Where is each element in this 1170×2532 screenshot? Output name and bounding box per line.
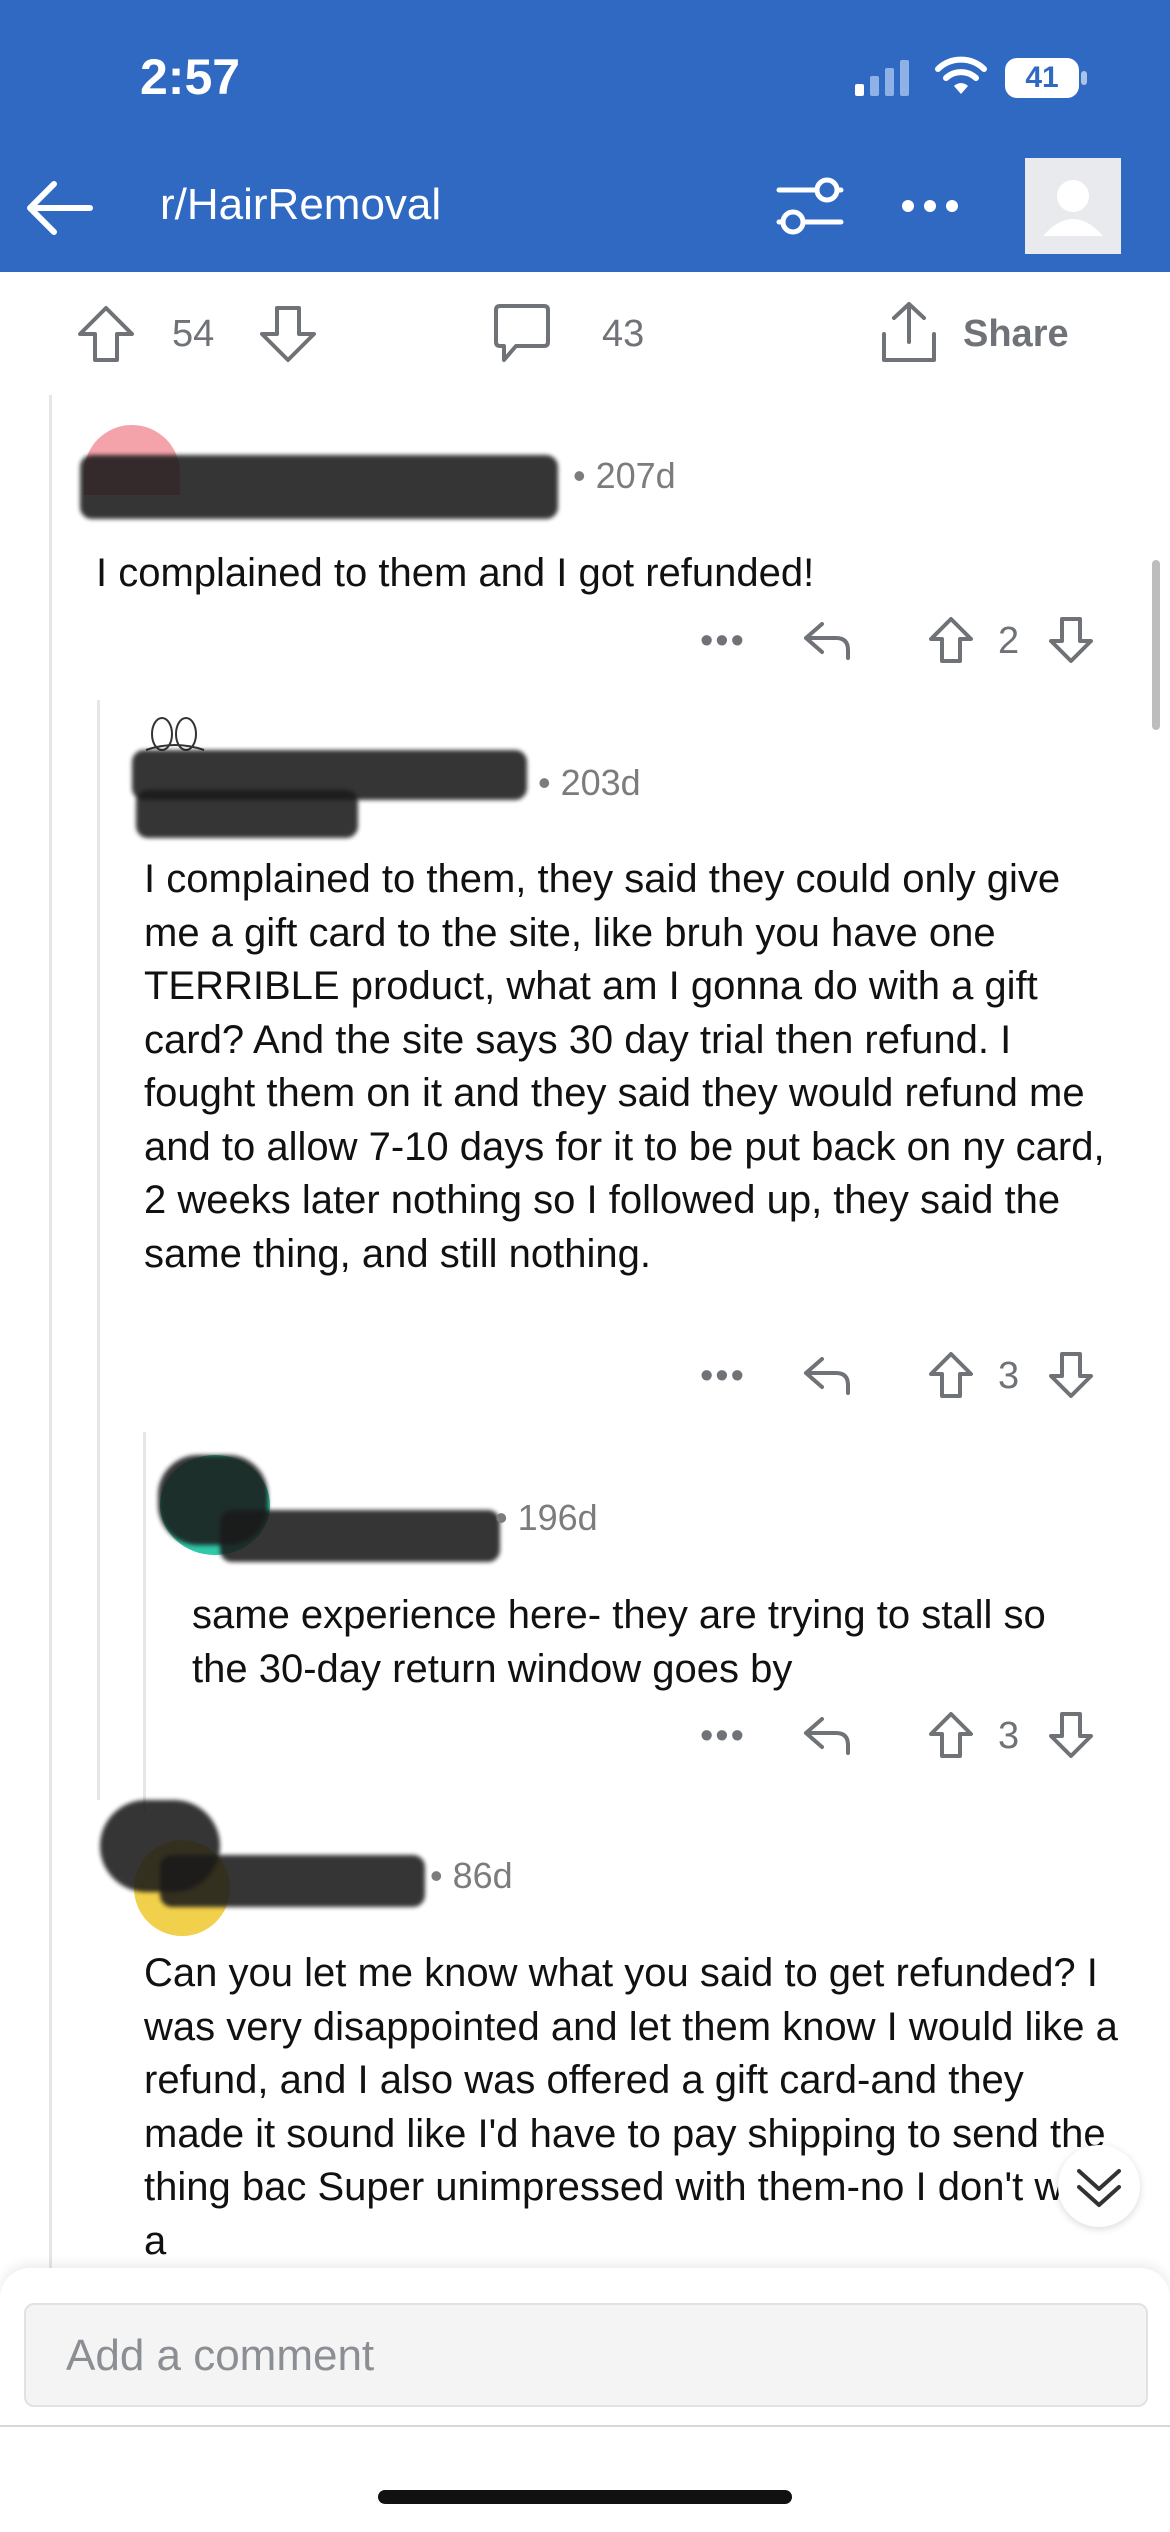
share-button[interactable]: Share <box>963 313 1069 356</box>
battery-level: 41 <box>1025 61 1059 94</box>
comment-body: I complained to them and I got refunded! <box>96 551 815 595</box>
downvote-icon[interactable] <box>1048 616 1094 664</box>
jump-next-button[interactable] <box>1058 2145 1140 2227</box>
downvote-icon[interactable] <box>1048 1351 1094 1399</box>
battery-icon: 41 <box>1005 58 1089 98</box>
reply-icon[interactable] <box>802 1353 852 1397</box>
add-comment-placeholder: Add a comment <box>66 2331 375 2380</box>
redacted-username <box>220 1510 500 1562</box>
wifi-icon <box>935 56 987 96</box>
avatar <box>140 712 210 752</box>
double-chevron-down-icon <box>1077 2169 1121 2207</box>
scrollbar[interactable] <box>1152 560 1160 730</box>
user-silhouette-icon <box>1043 180 1103 236</box>
comment-age: • 207d <box>573 455 676 496</box>
top-header <box>0 0 1170 272</box>
thread-line <box>97 700 100 1800</box>
downvote-icon[interactable] <box>258 304 318 364</box>
comment-score: 3 <box>998 1715 1020 1757</box>
thread-line <box>49 395 52 2275</box>
comment-age: • 196d <box>495 1497 598 1538</box>
comment-age: • 86d <box>430 1855 513 1896</box>
redacted-username <box>80 455 558 519</box>
add-comment-input[interactable]: Add a comment <box>24 2303 1148 2407</box>
comment-body: same experience here- they are trying to… <box>192 1593 1046 1691</box>
redacted-username <box>160 1855 425 1907</box>
comment-body: I complained to them, they said they cou… <box>144 857 1105 1276</box>
comment-age: • 203d <box>538 762 641 803</box>
comment-bubble-icon[interactable] <box>492 302 552 364</box>
subreddit-title[interactable]: r/HairRemoval <box>160 180 441 230</box>
comment-score: 2 <box>998 620 1020 662</box>
redacted-username <box>136 790 358 838</box>
comment-body: Can you let me know what you said to get… <box>144 1951 1119 2263</box>
more-actions-button[interactable]: ••• <box>700 1715 746 1758</box>
user-avatar-button[interactable] <box>1025 158 1121 254</box>
upvote-icon[interactable] <box>928 1711 974 1759</box>
reply-icon[interactable] <box>802 618 852 662</box>
filter-sliders-icon[interactable] <box>775 176 845 236</box>
upvote-icon[interactable] <box>928 616 974 664</box>
downvote-icon[interactable] <box>1048 1711 1094 1759</box>
signal-icon <box>855 60 915 96</box>
comment-score: 3 <box>998 1355 1020 1397</box>
thread-line <box>143 1432 146 1812</box>
post-score: 54 <box>172 313 215 355</box>
more-actions-button[interactable]: ••• <box>700 620 746 663</box>
more-options-icon[interactable] <box>900 198 960 214</box>
divider <box>0 2425 1170 2427</box>
share-icon[interactable] <box>880 300 938 364</box>
reply-icon[interactable] <box>802 1713 852 1757</box>
more-actions-button[interactable]: ••• <box>700 1355 746 1398</box>
home-indicator[interactable] <box>378 2490 792 2504</box>
comment-count: 43 <box>602 313 645 355</box>
status-time: 2:57 <box>140 49 241 105</box>
back-arrow-icon[interactable] <box>22 172 94 244</box>
upvote-icon[interactable] <box>76 304 136 364</box>
upvote-icon[interactable] <box>928 1351 974 1399</box>
